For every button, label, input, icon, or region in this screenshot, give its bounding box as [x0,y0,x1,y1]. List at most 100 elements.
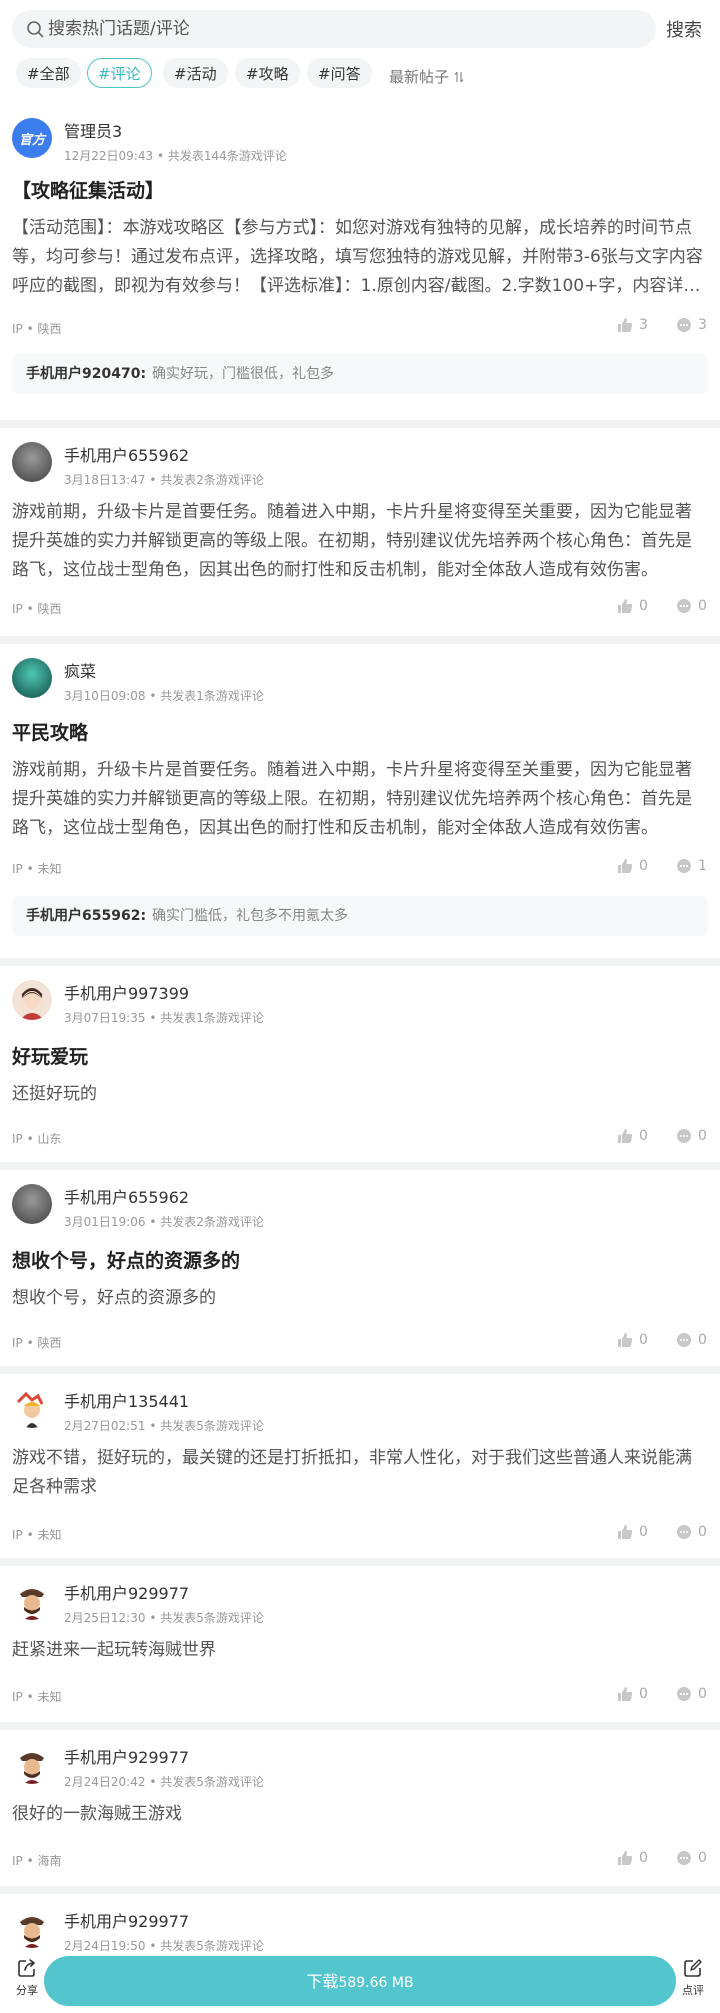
post-author[interactable]: 手机用户655962 [64,1184,189,1208]
reply-text: 确实门槛低，礼包多不用氪太多 [152,908,349,924]
post-card[interactable]: 疯菜 3月10日09:08 • 共发表1条游戏评论 平民攻略 游戏前期，升级卡片… [0,644,720,958]
post-card[interactable]: 手机用户929977 2月24日20:42 • 共发表5条游戏评论 很好的一款海… [0,1730,720,1886]
comment-button[interactable]: 1 [676,858,707,874]
avatar[interactable] [12,658,52,698]
post-author[interactable]: 手机用户655962 [64,442,189,466]
like-button[interactable]: 3 [617,317,648,333]
review-button[interactable]: 点评 [678,1958,708,1998]
sort-dropdown[interactable]: 最新帖子 [389,66,464,87]
post-card[interactable]: 手机用户997399 3月07日19:35 • 共发表1条游戏评论 好玩爱玩 还… [0,966,720,1162]
like-button[interactable]: 0 [617,1128,648,1144]
reply-preview[interactable]: 手机用户655962: 确实门槛低，礼包多不用氪太多 [12,896,708,936]
reply-text: 确实好玩，门槛很低，礼包多 [152,366,335,382]
post-meta: 3月10日09:08 • 共发表1条游戏评论 [64,689,264,703]
comment-button[interactable]: 0 [676,1128,707,1144]
post-ip: IP • 未知 [12,862,62,876]
review-label: 点评 [682,1984,704,1997]
comment-button[interactable]: 0 [676,1850,707,1866]
post-title: 想收个号，好点的资源多的 [12,1250,241,1272]
post-ip: IP • 山东 [12,1132,62,1146]
sort-label: 最新帖子 [389,68,450,86]
post-ip: IP • 未知 [12,1528,62,1542]
like-button[interactable]: 0 [617,1524,648,1540]
avatar[interactable]: 官方 [12,118,52,158]
comment-icon [677,1525,691,1539]
comment-icon [677,1129,691,1143]
thumb-up-icon [618,859,633,873]
reply-author: 手机用户920470: [26,366,147,382]
post-card[interactable]: 手机用户135441 2月27日02:51 • 共发表5条游戏评论 游戏不错，挺… [0,1374,720,1558]
comment-icon [677,1851,691,1865]
thumb-up-icon [618,599,633,613]
bottom-action-bar: 分享 下载589.66 MB 点评 [0,1952,720,2013]
search-button[interactable]: 搜索 [666,16,702,42]
thumb-up-icon [618,1687,633,1701]
reply-preview[interactable]: 手机用户920470: 确实好玩，门槛很低，礼包多 [12,354,708,394]
post-title: 平民攻略 [12,722,89,744]
avatar[interactable] [12,1184,52,1224]
avatar[interactable] [12,1388,52,1428]
post-ip: IP • 陕西 [12,322,62,336]
post-meta: 3月01日19:06 • 共发表2条游戏评论 [64,1215,264,1229]
like-button[interactable]: 0 [617,1332,648,1348]
like-button[interactable]: 0 [617,1850,648,1866]
comment-button[interactable]: 0 [676,1524,707,1540]
avatar[interactable] [12,1580,52,1620]
post-body: 还挺好玩的 [12,1084,97,1104]
avatar[interactable] [12,1744,52,1784]
post-author[interactable]: 手机用户929977 [64,1908,189,1932]
post-card[interactable]: 手机用户655962 3月18日13:47 • 共发表2条游戏评论 游戏前期，升… [0,428,720,636]
post-meta: 3月07日19:35 • 共发表1条游戏评论 [64,1011,264,1025]
avatar-illustration [20,1917,44,1948]
thumb-up-icon [618,1333,633,1347]
post-meta: 2月27日02:51 • 共发表5条游戏评论 [64,1419,264,1433]
avatar-illustration [20,1589,44,1620]
post-body: 游戏前期，升级卡片是首要任务。随着进入中期，卡片升星将变得至关重要，因为它能显著… [12,502,692,580]
post-ip: IP • 海南 [12,1854,62,1868]
post-author[interactable]: 手机用户997399 [64,980,189,1004]
post-card[interactable]: 官方 管理员3 12月22日09:43 • 共发表144条游戏评论 【攻略征集活… [0,104,720,420]
post-body: 想收个号，好点的资源多的 [12,1288,216,1308]
avatar[interactable] [12,442,52,482]
avatar-illustration [20,988,44,1020]
post-card[interactable]: 手机用户929977 2月25日12:30 • 共发表5条游戏评论 赶紧进来一起… [0,1566,720,1722]
post-author[interactable]: 手机用户135441 [64,1388,189,1412]
search-icon [27,21,44,38]
post-body: 游戏不错，挺好玩的，最关键的还是打折抵扣，非常人性化，对于我们这些普通人来说能满… [12,1448,692,1497]
tab-all[interactable]: #全部 [16,58,81,88]
download-size: 589.66 MB [338,1975,414,1991]
download-button[interactable]: 下载589.66 MB [44,1956,676,2006]
avatar-illustration [16,1391,44,1428]
avatar[interactable] [12,1908,52,1948]
like-button[interactable]: 0 [617,598,648,614]
post-ip: IP • 陕西 [12,1336,62,1350]
post-body: 【活动范围】：本游戏攻略区【参与方式】：如您对游戏有独特的见解，成长培养的时间节… [12,218,703,296]
post-title: 【攻略征集活动】 [12,180,165,202]
comment-button[interactable]: 0 [676,1332,707,1348]
post-meta: 2月25日12:30 • 共发表5条游戏评论 [64,1611,264,1625]
avatar[interactable] [12,980,52,1020]
edit-icon [684,1959,702,1977]
comment-button[interactable]: 3 [676,317,707,333]
comment-button[interactable]: 0 [676,1686,707,1702]
comment-button[interactable]: 0 [676,598,707,614]
tab-guides[interactable]: #攻略 [235,58,300,88]
post-author[interactable]: 手机用户929977 [64,1580,189,1604]
comment-icon [677,599,691,613]
tab-qa[interactable]: #问答 [307,58,372,88]
search-box[interactable] [12,10,656,48]
tab-events[interactable]: #活动 [163,58,228,88]
post-author[interactable]: 疯菜 [64,658,96,682]
share-button[interactable]: 分享 [12,1958,42,1998]
post-meta: 12月22日09:43 • 共发表144条游戏评论 [64,149,287,163]
comment-icon [677,318,691,332]
post-card[interactable]: 手机用户655962 3月01日19:06 • 共发表2条游戏评论 想收个号，好… [0,1170,720,1366]
tab-reviews[interactable]: #评论 [87,58,152,88]
post-author[interactable]: 管理员3 [64,118,122,142]
like-button[interactable]: 0 [617,858,648,874]
like-button[interactable]: 0 [617,1686,648,1702]
thumb-up-icon [618,1851,633,1865]
sort-arrows-icon [454,71,464,83]
search-input[interactable] [48,10,638,48]
post-author[interactable]: 手机用户929977 [64,1744,189,1768]
